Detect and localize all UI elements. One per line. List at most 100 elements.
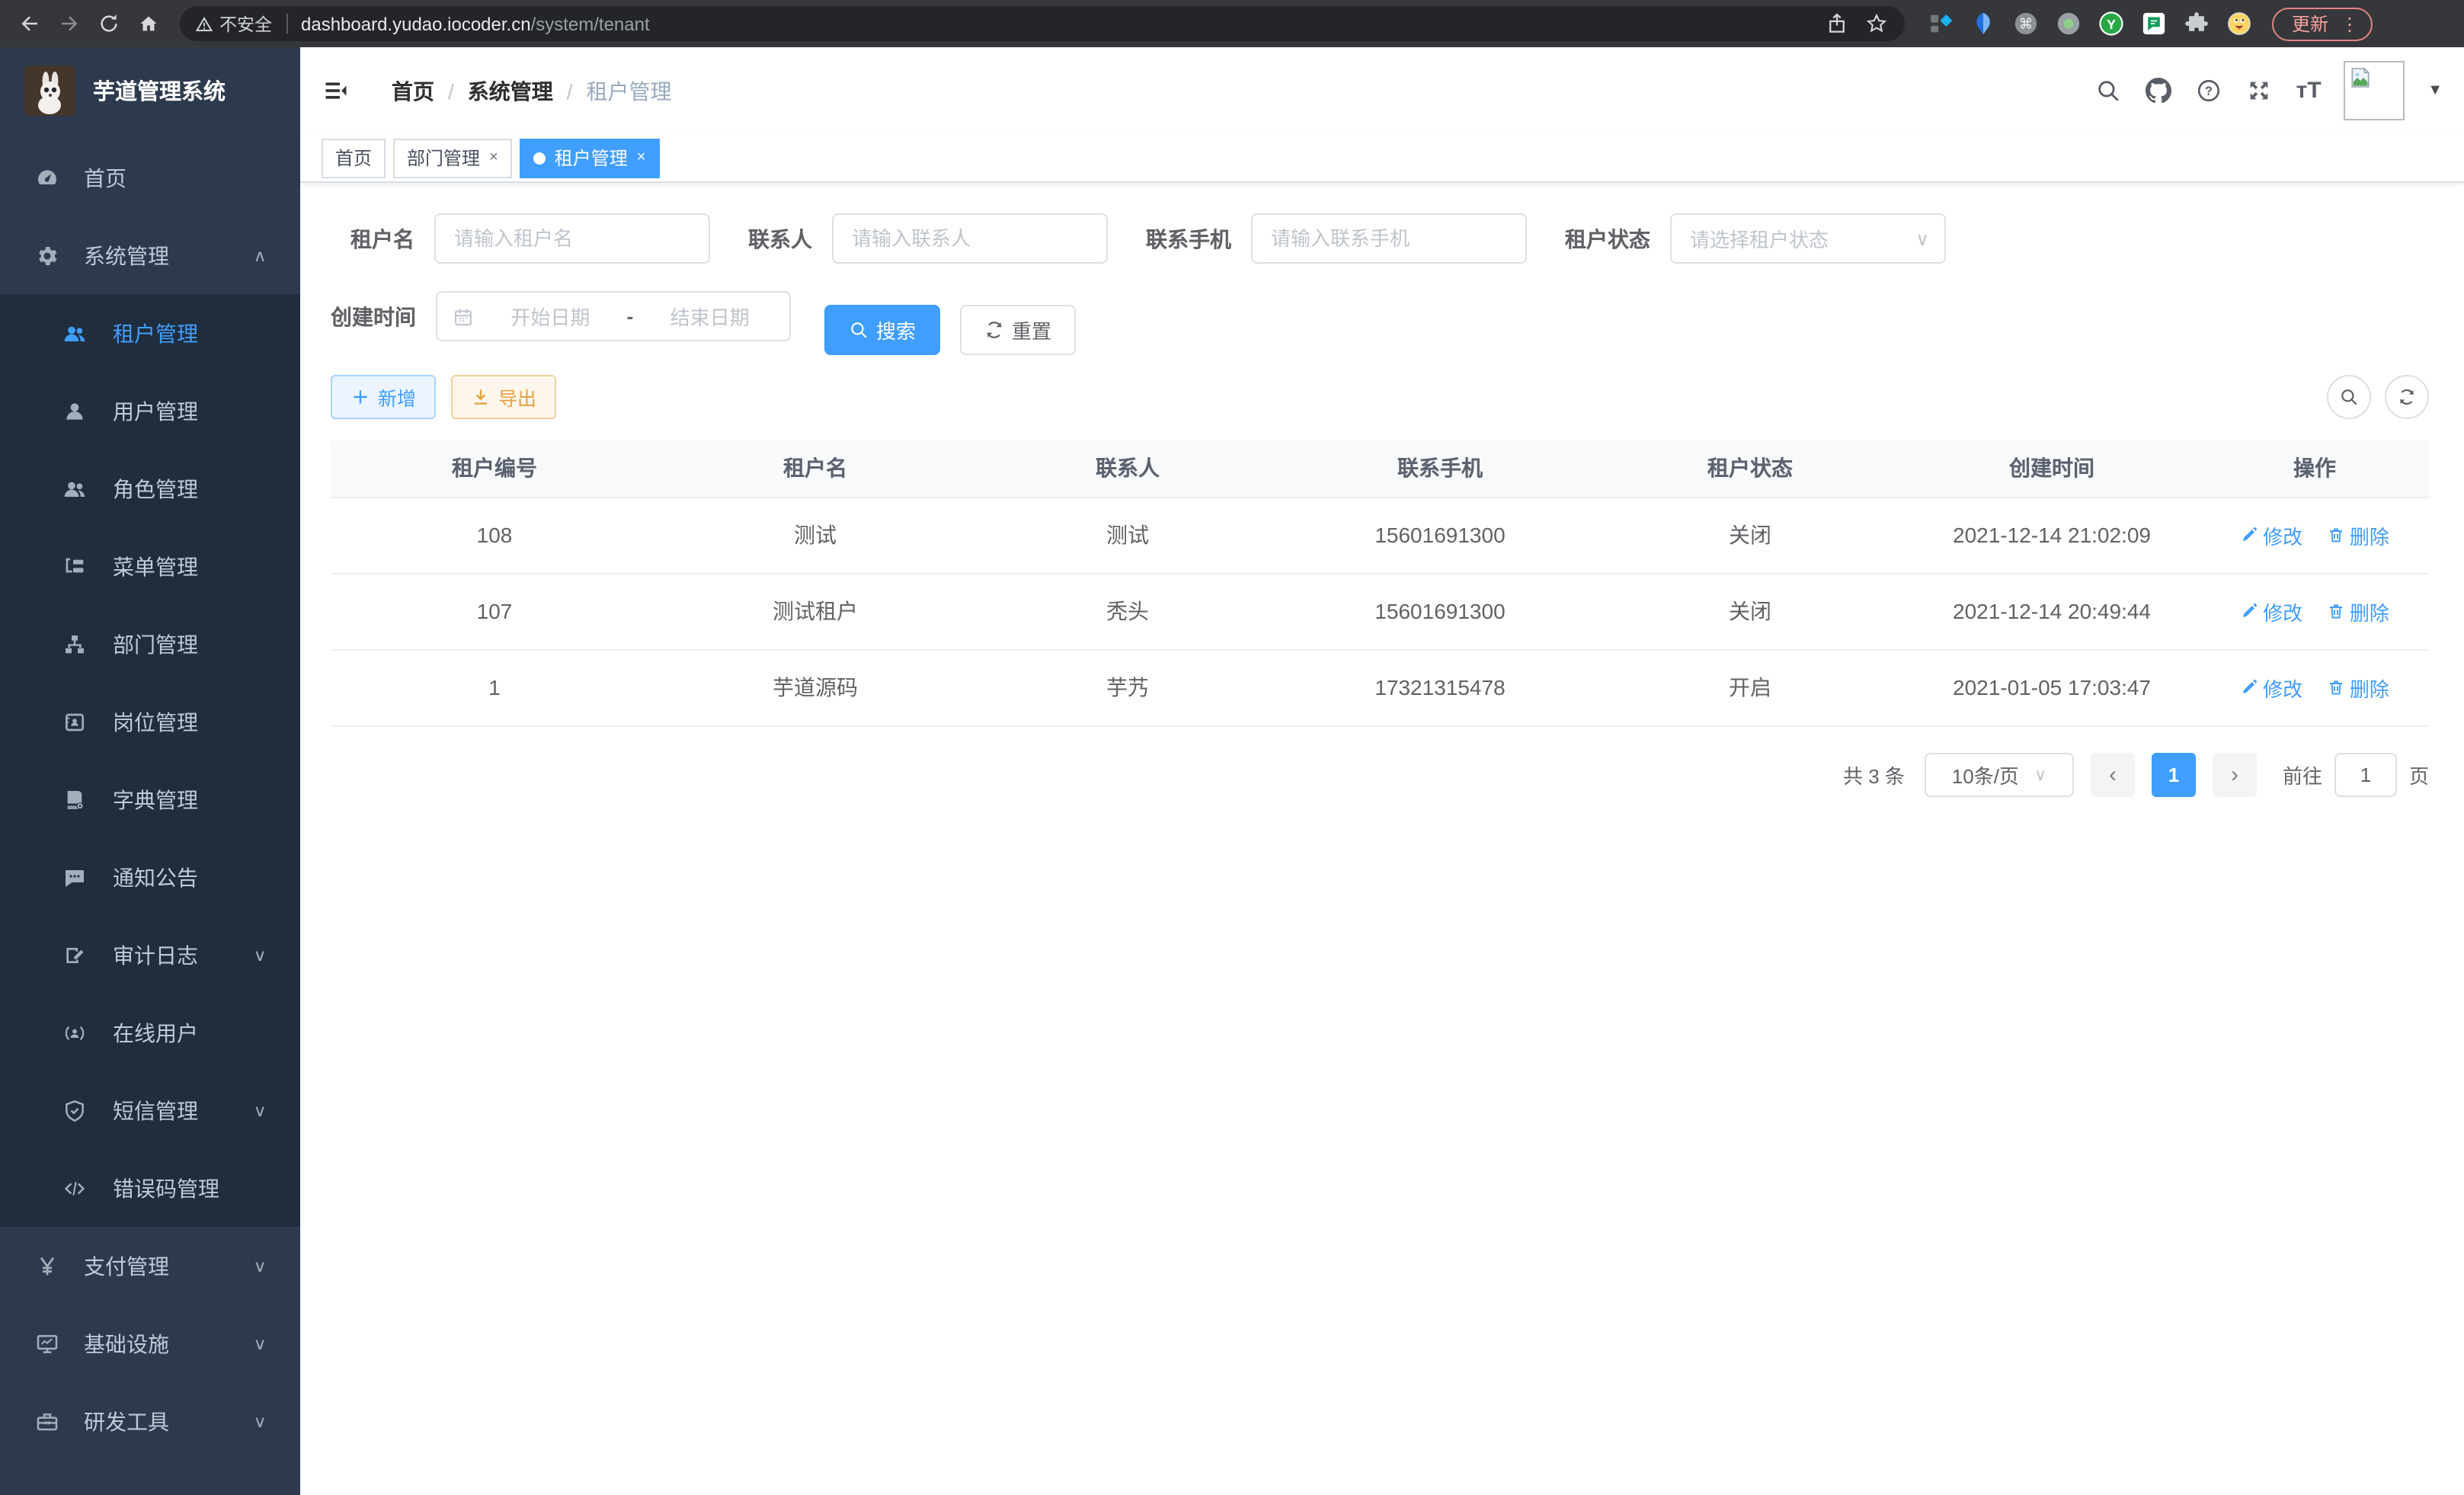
next-page-button[interactable]: › xyxy=(2213,752,2257,796)
sidebar-item-label: 菜单管理 xyxy=(113,551,198,581)
not-secure-badge[interactable]: 不安全 xyxy=(195,11,272,36)
extension-grid-icon[interactable] xyxy=(1926,9,1955,38)
breadcrumb: 首页 / 系统管理 / 租户管理 xyxy=(392,75,672,106)
search-icon[interactable] xyxy=(2092,75,2123,106)
cell-mobile: 15601691300 xyxy=(1283,497,1597,573)
extension-puzzle-icon[interactable] xyxy=(2182,9,2211,38)
kebab-menu-icon[interactable]: ⋮ xyxy=(2341,13,2359,34)
chevron-down-icon: ∨ xyxy=(1915,228,1929,249)
edit-link[interactable]: 修改 xyxy=(2240,520,2302,549)
search-icon xyxy=(849,320,869,340)
reset-button[interactable]: 重置 xyxy=(960,305,1076,355)
avatar[interactable] xyxy=(2344,61,2405,120)
edit-link[interactable]: 修改 xyxy=(2240,673,2302,702)
delete-link[interactable]: 删除 xyxy=(2327,597,2389,626)
sidebar-item-notice[interactable]: 通知公告 xyxy=(0,838,300,916)
add-button[interactable]: 新增 xyxy=(331,375,436,419)
cell-contact: 芋艿 xyxy=(972,649,1283,725)
sidebar-item-home[interactable]: 首页 xyxy=(0,139,300,216)
sidebar-item-label: 支付管理 xyxy=(84,1250,169,1281)
status-select[interactable]: 请选择租户状态 ∨ xyxy=(1670,213,1946,264)
date-range-picker[interactable]: 开始日期 - 结束日期 xyxy=(436,291,791,341)
chrome-update-button[interactable]: 更新 ⋮ xyxy=(2272,7,2373,40)
search-button[interactable]: 搜索 xyxy=(824,305,940,355)
tab-home[interactable]: 首页 xyxy=(322,138,386,178)
cell-contact: 测试 xyxy=(972,497,1283,573)
sidebar-item-devtools[interactable]: 研发工具 xyxy=(0,1382,300,1460)
bookmark-star-icon[interactable] xyxy=(1862,10,1890,37)
fullscreen-icon[interactable] xyxy=(2243,75,2274,106)
close-icon[interactable]: × xyxy=(489,149,498,166)
sidebar-item-user[interactable]: 用户管理 xyxy=(0,372,300,450)
svg-text:⌘: ⌘ xyxy=(2019,16,2033,32)
sidebar-item-audit-log[interactable]: 审计日志 xyxy=(0,916,300,994)
cell-id: 107 xyxy=(331,573,658,649)
sidebar-item-error-code[interactable]: 错误码管理 xyxy=(0,1149,300,1227)
home-icon[interactable] xyxy=(131,7,165,40)
sidebar-item-label: 系统管理 xyxy=(84,240,169,271)
extension-emoji-icon[interactable] xyxy=(2225,9,2254,38)
sidebar-item-system[interactable]: 系统管理 xyxy=(0,216,300,294)
sidebar-item-menu[interactable]: 菜单管理 xyxy=(0,527,300,605)
close-icon[interactable]: × xyxy=(637,149,646,166)
goto-page-input[interactable] xyxy=(2334,752,2397,796)
sidebar-item-sms[interactable]: 短信管理 xyxy=(0,1071,300,1149)
extension-dot-icon[interactable] xyxy=(2054,9,2083,38)
font-size-icon[interactable]: ᴛT xyxy=(2293,75,2324,106)
help-icon[interactable]: ? xyxy=(2193,75,2223,106)
dashboard-icon xyxy=(35,165,59,190)
page-number-1[interactable]: 1 xyxy=(2152,752,2196,796)
sidebar-toggle-icon[interactable] xyxy=(318,74,352,107)
github-icon[interactable] xyxy=(2142,75,2173,106)
extension-command-icon[interactable]: ⌘ xyxy=(2011,9,2040,38)
table-row: 107 测试租户 秃头 15601691300 关闭 2021-12-14 20… xyxy=(331,573,2429,649)
mobile-input[interactable] xyxy=(1251,213,1527,264)
contact-input[interactable] xyxy=(832,213,1108,264)
extension-kite-icon[interactable] xyxy=(1969,9,1998,38)
sidebar-item-label: 部门管理 xyxy=(113,629,198,659)
refresh-table-button[interactable] xyxy=(2385,375,2429,419)
page-size-select[interactable]: 10条/页 ∨ xyxy=(1925,752,2074,796)
extension-y-icon[interactable]: Y xyxy=(2097,9,2126,38)
add-label: 新增 xyxy=(378,383,416,411)
edit-link[interactable]: 修改 xyxy=(2240,597,2302,626)
export-button[interactable]: 导出 xyxy=(451,375,556,419)
sidebar-item-tenant[interactable]: 租户管理 xyxy=(0,294,300,372)
reset-label: 重置 xyxy=(1012,315,1051,344)
col-status: 租户状态 xyxy=(1597,440,1903,497)
sidebar-item-label: 岗位管理 xyxy=(113,706,198,737)
caret-down-icon[interactable]: ▼ xyxy=(2427,82,2443,99)
cell-id: 108 xyxy=(331,497,658,573)
tab-tenant[interactable]: 租户管理 × xyxy=(520,138,660,178)
sidebar-item-online-users[interactable]: 在线用户 xyxy=(0,994,300,1071)
app-logo[interactable]: 芋道管理系统 xyxy=(0,47,300,134)
sidebar-item-infra[interactable]: 基础设施 xyxy=(0,1305,300,1382)
delete-link[interactable]: 删除 xyxy=(2327,520,2389,549)
tenant-name-input[interactable] xyxy=(434,213,710,264)
delete-link[interactable]: 删除 xyxy=(2327,673,2389,702)
warning-icon xyxy=(195,14,213,33)
extension-chat-icon[interactable] xyxy=(2139,9,2168,38)
sidebar-item-payment[interactable]: 支付管理 xyxy=(0,1227,300,1305)
toggle-search-button[interactable] xyxy=(2327,375,2371,419)
forward-icon[interactable] xyxy=(52,7,85,40)
breadcrumb-home[interactable]: 首页 xyxy=(392,75,434,106)
tab-label: 租户管理 xyxy=(555,145,628,171)
cell-name: 测试 xyxy=(658,497,972,573)
select-placeholder: 请选择租户状态 xyxy=(1690,224,1915,253)
prev-page-button[interactable]: ‹ xyxy=(2091,752,2135,796)
sidebar-item-dept[interactable]: 部门管理 xyxy=(0,605,300,683)
reload-icon[interactable] xyxy=(91,7,125,40)
tab-dept[interactable]: 部门管理 × xyxy=(393,138,512,178)
trash-icon xyxy=(2327,526,2345,544)
breadcrumb-system[interactable]: 系统管理 xyxy=(468,75,553,106)
address-bar[interactable]: 不安全 dashboard.yudao.iocoder.cn/system/te… xyxy=(180,6,1905,41)
sidebar-item-post[interactable]: 岗位管理 xyxy=(0,683,300,760)
col-actions: 操作 xyxy=(2200,440,2429,497)
sidebar-item-dict[interactable]: 字典管理 xyxy=(0,760,300,838)
share-icon[interactable] xyxy=(1822,10,1850,37)
table-row: 1 芋道源码 芋艿 17321315478 开启 2021-01-05 17:0… xyxy=(331,649,2429,725)
sidebar-item-role[interactable]: 角色管理 xyxy=(0,450,300,527)
back-icon[interactable] xyxy=(12,7,46,40)
broken-image-icon xyxy=(2348,66,2373,90)
